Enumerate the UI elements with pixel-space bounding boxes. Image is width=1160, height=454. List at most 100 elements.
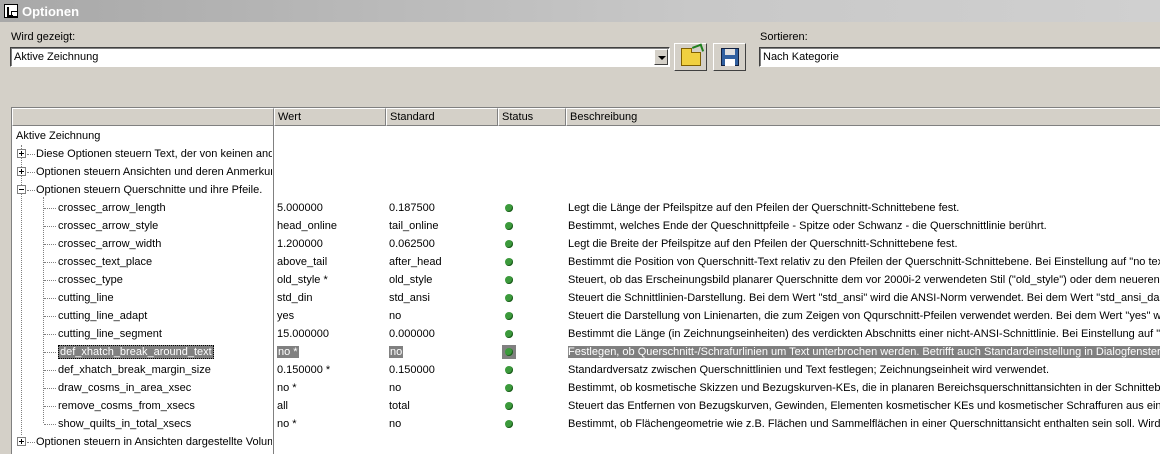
option-value[interactable]: 15.000000 xyxy=(277,325,385,343)
expand-icon[interactable] xyxy=(17,149,26,158)
shown-select[interactable]: Aktive Zeichnung xyxy=(10,47,670,67)
option-name-text: crossec_arrow_width xyxy=(58,238,162,250)
option-value[interactable]: above_tail xyxy=(277,253,385,271)
option-name-text: def_xhatch_break_margin_size xyxy=(58,364,211,376)
table-row[interactable]: cutting_line std_din std_ansi Steuert die S… xyxy=(12,289,1160,307)
option-name[interactable]: cutting_line_segment xyxy=(58,325,272,343)
option-value[interactable]: yes xyxy=(277,307,385,325)
option-name[interactable]: draw_cosms_in_area_xsec xyxy=(58,379,272,397)
option-default-text: no xyxy=(389,418,402,430)
option-value-text: 0.150000 * xyxy=(277,364,331,376)
folder-open-icon xyxy=(680,47,701,66)
option-default: std_ansi xyxy=(389,289,497,307)
option-description-text: Festlegen, ob Querschnitt-/Schrafurlinie… xyxy=(568,346,1160,358)
option-value[interactable]: all xyxy=(277,397,385,415)
option-description: Standardversatz zwischen Querschnittlini… xyxy=(568,361,1160,379)
option-default: total xyxy=(389,397,497,415)
option-name-text: cutting_line_segment xyxy=(58,328,162,340)
table-row[interactable]: crossec_type old_style * old_style Steuert,… xyxy=(12,271,1160,289)
option-name[interactable]: crossec_text_place xyxy=(58,253,272,271)
option-value[interactable]: old_style * xyxy=(277,271,385,289)
option-value[interactable]: std_din xyxy=(277,289,385,307)
option-name-text: crossec_type xyxy=(58,274,123,286)
collapse-icon[interactable] xyxy=(17,185,26,194)
table-row[interactable]: def_xhatch_break_around_text no * no Festle… xyxy=(12,343,1160,361)
table-row[interactable]: Diese Optionen steuern Text, der von kei… xyxy=(12,145,1160,163)
table-row[interactable]: Optionen steuern Ansichten und deren Anm… xyxy=(12,163,1160,181)
option-name-text: cutting_line_adapt xyxy=(58,310,148,322)
tree-group-label[interactable]: Diese Optionen steuern Text, der von kei… xyxy=(36,145,272,163)
header-status[interactable]: Status xyxy=(498,108,566,126)
tree-line xyxy=(44,226,56,227)
header-default[interactable]: Standard xyxy=(386,108,498,126)
option-default-text: 0.000000 xyxy=(389,328,435,340)
option-value[interactable]: no * xyxy=(277,379,385,397)
chevron-down-icon[interactable] xyxy=(654,49,668,65)
table-row[interactable]: crossec_arrow_length 5.000000 0.187500 Legt… xyxy=(12,199,1160,217)
option-status xyxy=(501,379,565,397)
tree-group-label[interactable]: Optionen steuern Ansichten und deren Anm… xyxy=(36,163,272,181)
option-status xyxy=(501,199,565,217)
option-name[interactable]: def_xhatch_break_margin_size xyxy=(58,361,272,379)
option-status xyxy=(501,415,565,433)
option-name[interactable]: crossec_type xyxy=(58,271,272,289)
option-value[interactable]: 1.200000 xyxy=(277,235,385,253)
header-value[interactable]: Wert xyxy=(274,108,386,126)
option-name[interactable]: remove_cosms_from_xsecs xyxy=(58,397,272,415)
table-row[interactable]: Optionen steuern Querschnitte und ihre P… xyxy=(12,181,1160,199)
option-value[interactable]: 0.150000 * xyxy=(277,361,385,379)
tree-group-label[interactable]: Optionen steuern Querschnitte und ihre P… xyxy=(36,181,272,199)
option-name[interactable]: def_xhatch_break_around_text xyxy=(58,343,272,361)
table-row[interactable]: show_quilts_in_total_xsecs no * no Bestimmt… xyxy=(12,415,1160,433)
tree-line xyxy=(44,262,56,263)
tree-line xyxy=(44,208,56,209)
option-value[interactable]: 5.000000 xyxy=(277,199,385,217)
options-table[interactable]: Wert Standard Status Beschreibung Aktive… xyxy=(11,107,1160,454)
option-name[interactable]: crossec_arrow_style xyxy=(58,217,272,235)
option-value-text: std_din xyxy=(277,292,313,304)
sort-select[interactable]: Nach Kategorie xyxy=(759,47,1160,67)
expand-icon[interactable] xyxy=(17,437,26,446)
status-ok-icon xyxy=(505,330,513,338)
option-default: no xyxy=(389,415,497,433)
table-row[interactable]: Aktive Zeichnung xyxy=(12,127,1160,145)
shown-label: Wird gezeigt: xyxy=(11,31,76,43)
table-row[interactable]: cutting_line_adapt yes no Steuert die Darst… xyxy=(12,307,1160,325)
table-row[interactable]: draw_cosms_in_area_xsec no * no Bestimmt, o… xyxy=(12,379,1160,397)
option-name[interactable]: crossec_arrow_length xyxy=(58,199,272,217)
option-value[interactable]: no * xyxy=(277,343,385,361)
option-default: no xyxy=(389,379,497,397)
option-status xyxy=(501,397,565,415)
option-description-text: Bestimmt, ob Flächengeometrie wie z.B. F… xyxy=(568,418,1160,430)
header-tree[interactable] xyxy=(12,108,274,126)
option-description: Bestimmt, ob kosmetische Skizzen und Bez… xyxy=(568,379,1160,397)
option-description-text: Bestimmt, welches Ende der Queschnittpfe… xyxy=(568,220,1047,232)
table-row[interactable]: cutting_line_segment 15.000000 0.000000 Bes… xyxy=(12,325,1160,343)
table-row[interactable]: remove_cosms_from_xsecs all total Steuert d… xyxy=(12,397,1160,415)
option-name[interactable]: cutting_line xyxy=(58,289,272,307)
status-ok-icon xyxy=(505,366,513,374)
option-name[interactable]: crossec_arrow_width xyxy=(58,235,272,253)
save-config-button[interactable] xyxy=(713,43,746,71)
option-status xyxy=(501,325,565,343)
status-ok-icon xyxy=(505,276,513,284)
option-description-text: Bestimmt die Länge (in Zeichnungseinheit… xyxy=(568,328,1160,340)
table-row[interactable]: Optionen steuern in Ansichten dargestell… xyxy=(12,433,1160,451)
header-description[interactable]: Beschreibung xyxy=(566,108,1160,126)
table-row[interactable]: crossec_arrow_width 1.200000 0.062500 Legt … xyxy=(12,235,1160,253)
option-value[interactable]: no * xyxy=(277,415,385,433)
option-default-text: tail_online xyxy=(389,220,439,232)
option-value-text: head_online xyxy=(277,220,337,232)
table-row[interactable]: crossec_text_place above_tail after_head Be… xyxy=(12,253,1160,271)
table-row[interactable]: crossec_arrow_style head_online tail_onlin… xyxy=(12,217,1160,235)
option-name[interactable]: show_quilts_in_total_xsecs xyxy=(58,415,272,433)
option-name[interactable]: cutting_line_adapt xyxy=(58,307,272,325)
expand-icon[interactable] xyxy=(17,167,26,176)
option-value[interactable]: head_online xyxy=(277,217,385,235)
open-config-button[interactable] xyxy=(674,43,707,71)
tree-group-label[interactable]: Optionen steuern in Ansichten dargestell… xyxy=(36,433,272,451)
option-description-text: Standardversatz zwischen Querschnittlini… xyxy=(568,364,1050,376)
option-status xyxy=(501,361,565,379)
table-row[interactable]: def_xhatch_break_margin_size 0.150000 * 0.… xyxy=(12,361,1160,379)
tree-line xyxy=(44,316,56,317)
